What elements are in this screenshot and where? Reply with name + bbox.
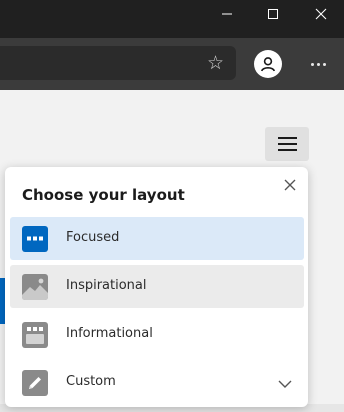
layout-option-focused[interactable]: Focused: [10, 217, 304, 260]
informational-layout-icon: [22, 322, 48, 348]
more-options-button[interactable]: [300, 50, 336, 78]
chevron-down-icon[interactable]: [277, 375, 293, 388]
inspirational-layout-icon: [22, 274, 48, 300]
layout-option-label: Informational: [66, 326, 153, 341]
hamburger-menu-icon: [277, 149, 297, 151]
favorite-star-icon[interactable]: ☆: [207, 52, 224, 74]
more-options-icon: [322, 62, 326, 66]
minimize-icon: [222, 13, 232, 15]
layout-option-custom[interactable]: Custom: [10, 361, 304, 404]
profile-icon: [261, 57, 275, 72]
profile-button[interactable]: [254, 50, 282, 78]
maximize-icon: [268, 9, 278, 19]
focused-layout-icon: [22, 226, 48, 252]
browser-title-bar: [0, 0, 344, 38]
close-icon: [284, 179, 296, 191]
close-icon: [315, 8, 327, 20]
minimize-button[interactable]: [204, 0, 250, 28]
layout-option-informational[interactable]: Informational: [10, 313, 304, 356]
page-settings-button[interactable]: [265, 127, 309, 161]
layout-option-label: Custom: [66, 374, 116, 389]
more-options-icon: [316, 62, 320, 66]
address-bar[interactable]: ☆: [0, 46, 236, 80]
window-close-button[interactable]: [298, 0, 344, 28]
hamburger-menu-icon: [277, 137, 297, 139]
maximize-button[interactable]: [250, 0, 296, 28]
more-options-icon: [310, 62, 314, 66]
browser-toolbar: ☆: [0, 38, 344, 90]
panel-title: Choose your layout: [22, 186, 185, 204]
panel-close-button[interactable]: [282, 177, 298, 193]
layout-option-inspirational[interactable]: Inspirational: [10, 265, 304, 308]
layout-option-label: Inspirational: [66, 278, 147, 293]
layout-panel: Choose your layout Focused Inspirational…: [5, 167, 308, 407]
layout-option-label: Focused: [66, 230, 120, 245]
hamburger-menu-icon: [277, 143, 297, 145]
pencil-icon: [22, 370, 48, 396]
